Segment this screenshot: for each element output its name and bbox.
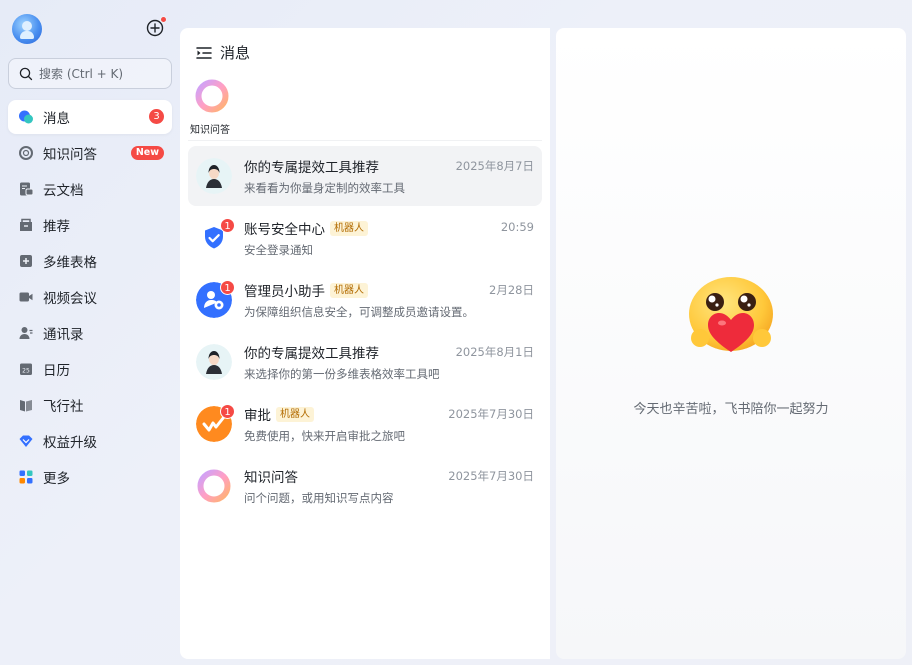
- collapse-list-icon[interactable]: [196, 46, 212, 60]
- notification-dot: [160, 16, 167, 23]
- conversation-preview: 免费使用，快来开启审批之旅吧: [244, 429, 405, 443]
- sidebar-item-calendar[interactable]: 25 日历: [8, 352, 172, 386]
- bot-tag: 机器人: [276, 406, 314, 422]
- chat-bubble-icon: [18, 109, 34, 125]
- assistant-avatar: [196, 344, 232, 380]
- sidebar-item-upgrade[interactable]: 权益升级: [8, 424, 172, 458]
- conversation-preview: 问个问题，或用知识写点内容: [244, 491, 394, 505]
- list-title: 消息: [220, 44, 251, 62]
- cloud-docs-icon: [18, 181, 34, 197]
- sidebar-item-label: 视频会议: [43, 291, 97, 307]
- conversation-preview: 来看看为你量身定制的效率工具: [244, 181, 405, 195]
- pinned-knowledge-qa[interactable]: 知识问答: [190, 78, 234, 136]
- calendar-icon: 25: [18, 361, 34, 377]
- pinned-label: 知识问答: [190, 125, 230, 136]
- conversation-item[interactable]: 1 账号安全中心 机器人 20:59 安全登录通知: [188, 208, 542, 268]
- mascot-heart-illustration: [689, 277, 773, 352]
- search-placeholder: 搜索 (Ctrl + K): [39, 67, 124, 81]
- sidebar-item-multi-table[interactable]: 多维表格: [8, 244, 172, 278]
- conversation-time: 2025年7月30日: [448, 407, 534, 421]
- sidebar-item-label: 消息: [43, 111, 70, 127]
- conversation-item[interactable]: 1 管理员小助手 机器人 2月28日 为保障组织信息安全，可调整成员邀请设置。: [188, 270, 542, 330]
- conversation-time: 2025年7月30日: [448, 469, 534, 483]
- chat-empty-panel: 今天也辛苦啦，飞书陪你一起努力: [556, 28, 906, 659]
- sidebar-item-flight-club[interactable]: 飞行社: [8, 388, 172, 422]
- sidebar-item-cloud-docs[interactable]: 云文档: [8, 172, 172, 206]
- sidebar-item-knowledge-qa[interactable]: 知识问答 New: [8, 136, 172, 170]
- knowledge-qa-ring-icon: [197, 469, 231, 503]
- empty-state-message: 今天也辛苦啦，飞书陪你一起努力: [633, 402, 829, 417]
- list-header: 消息: [196, 42, 250, 63]
- flight-club-icon: [18, 397, 34, 413]
- svg-text:25: 25: [22, 368, 30, 375]
- knowledge-qa-ring-icon: [195, 79, 229, 113]
- conversation-item[interactable]: 你的专属提效工具推荐 2025年8月1日 来选择你的第一份多维表格效率工具吧: [188, 332, 542, 392]
- sidebar-item-label: 知识问答: [43, 147, 97, 163]
- conversation-preview: 来选择你的第一份多维表格效率工具吧: [244, 367, 440, 381]
- conversation-time: 2025年8月7日: [455, 159, 534, 173]
- sidebar-item-label: 推荐: [43, 219, 70, 235]
- sidebar-item-recommend[interactable]: 推荐: [8, 208, 172, 242]
- upgrade-diamond-icon: [18, 433, 34, 449]
- conversation-time: 2月28日: [489, 283, 534, 297]
- conversation-name: 你的专属提效工具推荐: [244, 346, 379, 362]
- bot-tag: 机器人: [330, 220, 368, 236]
- sidebar-item-label: 多维表格: [43, 255, 97, 271]
- conversation-name: 账号安全中心 机器人: [244, 218, 368, 238]
- conversation-preview: 为保障组织信息安全，可调整成员邀请设置。: [244, 305, 474, 319]
- conversation-item[interactable]: 1 审批 机器人 2025年7月30日 免费使用，快来开启审批之旅吧: [188, 394, 542, 454]
- more-apps-icon: [18, 469, 34, 485]
- knowledge-qa-icon: [18, 145, 34, 161]
- sidebar-item-label: 权益升级: [43, 435, 97, 451]
- conversation-time: 2025年8月1日: [455, 345, 534, 359]
- sidebar-item-label: 通讯录: [43, 327, 84, 343]
- sidebar-nav: 消息 3 知识问答 New 云文档 推荐 多维表格 视频会议 通讯录 25 日历…: [8, 100, 172, 496]
- recommend-icon: [18, 217, 34, 233]
- unread-badge: 1: [220, 280, 235, 295]
- conversation-time: 20:59: [500, 220, 534, 234]
- conversation-name: 审批 机器人: [244, 404, 314, 424]
- conversation-name: 你的专属提效工具推荐: [244, 160, 379, 176]
- sidebar-item-contacts[interactable]: 通讯录: [8, 316, 172, 350]
- sidebar-item-label: 云文档: [43, 183, 84, 199]
- unread-badge: 1: [220, 404, 235, 419]
- conversation-preview: 安全登录通知: [244, 243, 313, 257]
- unread-badge: 3: [149, 109, 164, 124]
- conversation-item[interactable]: 你的专属提效工具推荐 2025年8月7日 来看看为你量身定制的效率工具: [188, 146, 542, 206]
- sidebar-item-label: 飞行社: [43, 399, 84, 415]
- message-list-panel: 消息 知识问答 你的专属提效工具推荐 2025年8月7日 来看看为你量身定制的效…: [180, 28, 550, 659]
- sidebar-item-messages[interactable]: 消息 3: [8, 100, 172, 134]
- assistant-avatar: [196, 158, 232, 194]
- divider: [188, 140, 542, 141]
- video-meeting-icon: [18, 289, 34, 305]
- multi-table-icon: [18, 253, 34, 269]
- unread-badge: 1: [220, 218, 235, 233]
- user-avatar[interactable]: [12, 14, 42, 44]
- new-badge: New: [130, 146, 164, 160]
- conversation-item[interactable]: 知识问答 2025年7月30日 问个问题，或用知识写点内容: [188, 456, 542, 516]
- conversation-name: 知识问答: [244, 470, 298, 486]
- sidebar-item-label: 更多: [43, 471, 70, 487]
- search-input[interactable]: 搜索 (Ctrl + K): [8, 58, 172, 89]
- conversation-name: 管理员小助手 机器人: [244, 280, 368, 300]
- bot-tag: 机器人: [330, 282, 368, 298]
- search-icon: [19, 67, 33, 80]
- sidebar-item-more[interactable]: 更多: [8, 460, 172, 494]
- sidebar-item-video-meeting[interactable]: 视频会议: [8, 280, 172, 314]
- sidebar-item-label: 日历: [43, 363, 70, 379]
- sidebar: 搜索 (Ctrl + K) 消息 3 知识问答 New 云文档 推荐 多维表格 …: [0, 0, 180, 665]
- contacts-icon: [18, 325, 34, 341]
